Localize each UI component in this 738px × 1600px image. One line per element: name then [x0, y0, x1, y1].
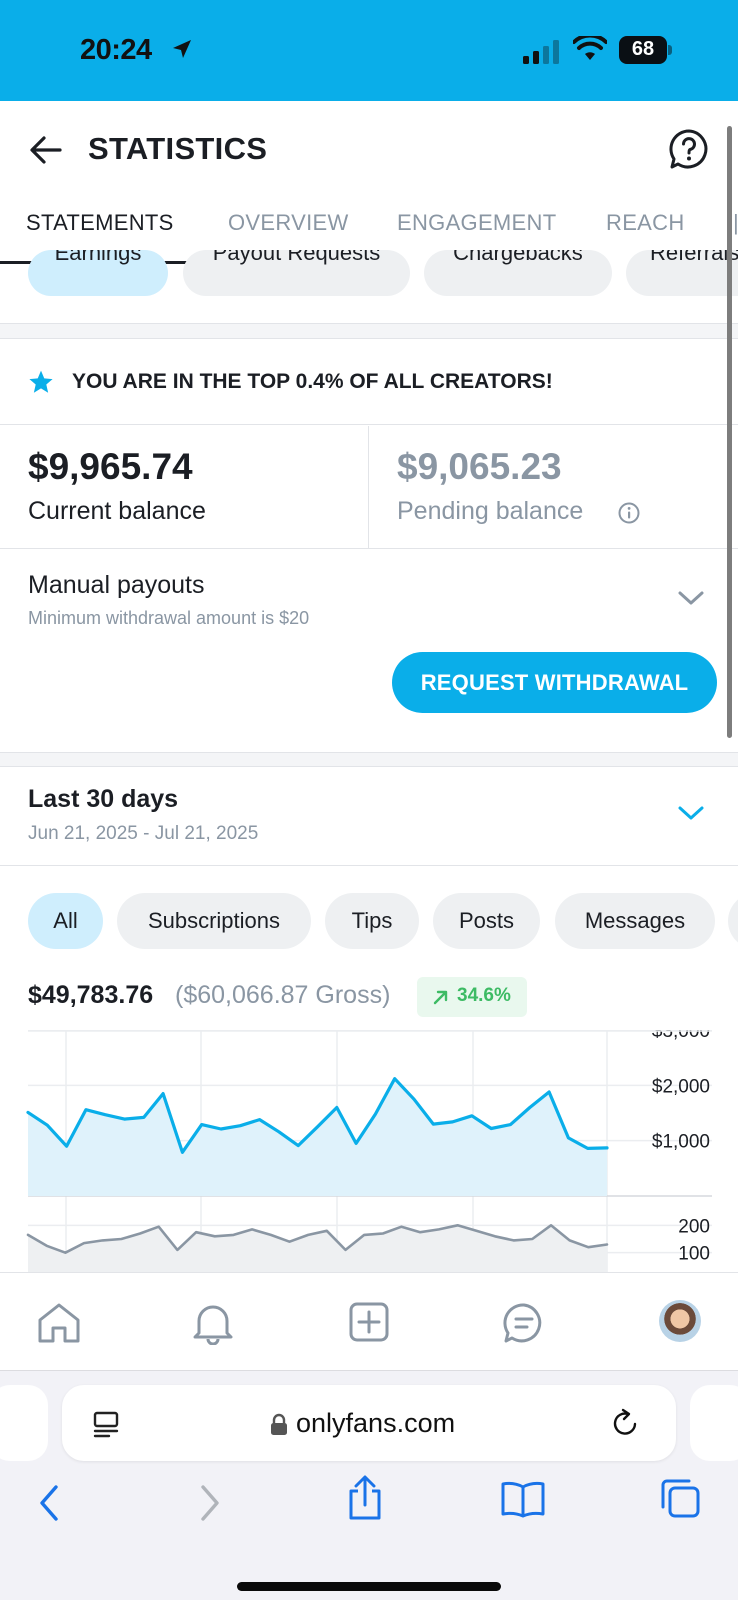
change-badge: 34.6% — [417, 977, 527, 1017]
browser-toolbar: onlyfans.com — [0, 1370, 738, 1600]
battery-percent: 68 — [631, 38, 655, 60]
app-bottom-nav — [0, 1272, 738, 1370]
current-balance-label: Current balance — [28, 497, 206, 525]
chevron-down-icon[interactable] — [677, 589, 705, 607]
chart-y-tick-label: $3,000 — [652, 1030, 710, 1042]
previous-tab-card[interactable] — [0, 1385, 48, 1461]
filter-messages[interactable]: Messages — [555, 893, 715, 949]
filter-more[interactable] — [728, 893, 738, 949]
browser-forward-icon — [201, 1485, 219, 1521]
back-arrow-icon[interactable] — [26, 130, 66, 170]
net-earnings: $49,783.76 — [28, 981, 154, 1009]
tab-engagement[interactable]: ENGAGEMENT — [397, 210, 556, 236]
notifications-bell-icon[interactable] — [191, 1301, 235, 1345]
pending-balance-label: Pending balance — [397, 497, 584, 525]
trend-up-arrow-icon — [433, 990, 448, 1005]
chart-y-tick-label: 200 — [678, 1216, 710, 1237]
star-icon — [29, 370, 53, 393]
reload-icon[interactable] — [610, 1408, 640, 1438]
gross-earnings: ($60,066.87 Gross) — [175, 981, 391, 1009]
messages-icon[interactable] — [502, 1301, 546, 1345]
manual-payouts-title: Manual payouts — [28, 571, 205, 599]
cellular-signal-icon — [523, 40, 559, 64]
filter-subscriptions[interactable]: Subscriptions — [117, 893, 311, 949]
address-bar[interactable]: onlyfans.com — [62, 1385, 676, 1461]
lock-icon — [271, 1413, 287, 1435]
subtab-referrals[interactable]: Referrals — [626, 250, 738, 296]
subtab-chargebacks[interactable]: Chargebacks — [424, 250, 612, 296]
balances-panel: $9,965.74 Current balance $9,065.23 Pend… — [0, 426, 738, 549]
filter-posts[interactable]: Posts — [433, 893, 540, 949]
page-scrollbar[interactable] — [727, 126, 732, 738]
tab-reach[interactable]: REACH — [606, 210, 685, 236]
chart-y-tick-label: 100 — [678, 1244, 710, 1265]
balance-divider — [368, 426, 369, 549]
tab-more[interactable]: | — [733, 210, 738, 236]
help-icon[interactable] — [668, 128, 710, 170]
current-balance-amount: $9,965.74 — [28, 446, 193, 487]
request-withdrawal-button[interactable]: REQUEST WITHDRAWAL — [392, 652, 717, 713]
page-header: STATISTICS — [0, 101, 738, 198]
earnings-chart-svg: $3,000 $2,000 $1,000 200 100 — [26, 1030, 712, 1272]
top-creator-text: YOU ARE IN THE TOP 0.4% OF ALL CREATORS! — [72, 370, 553, 393]
filter-tips[interactable]: Tips — [325, 893, 419, 949]
subtab-payout-requests[interactable]: Payout Requests — [183, 250, 410, 296]
status-bar: 20:24 68 — [0, 0, 738, 101]
battery-icon: 68 — [619, 36, 673, 64]
tabs-overview-icon[interactable] — [659, 1477, 701, 1519]
minimum-withdrawal-note: Minimum withdrawal amount is $20 — [28, 608, 310, 628]
status-time: 20:24 — [80, 34, 152, 66]
pending-balance-amount: $9,065.23 — [397, 446, 562, 487]
add-post-icon[interactable] — [348, 1301, 390, 1343]
tab-statements[interactable]: STATEMENTS — [26, 210, 174, 236]
section-divider — [0, 752, 738, 767]
section-divider — [0, 323, 738, 339]
share-icon[interactable] — [345, 1475, 385, 1521]
url-text: onlyfans.com — [296, 1408, 456, 1438]
bookmarks-icon[interactable] — [500, 1480, 546, 1518]
earnings-type-filters: All Subscriptions Tips Posts Messages — [0, 893, 738, 949]
change-percent: 34.6% — [457, 985, 511, 1006]
subtab-earnings[interactable]: Earnings — [28, 250, 168, 296]
period-date-range: Jun 21, 2025 - Jul 21, 2025 — [28, 823, 259, 844]
chart-area-fill — [28, 1078, 607, 1196]
chart-y-tick-label: $1,000 — [652, 1132, 710, 1153]
period-title: Last 30 days — [28, 785, 179, 813]
wifi-icon — [573, 36, 607, 60]
info-icon[interactable] — [618, 502, 640, 524]
home-indicator — [237, 1582, 501, 1591]
home-icon[interactable] — [36, 1301, 82, 1345]
reader-mode-icon[interactable] — [92, 1410, 120, 1438]
period-selector[interactable]: Last 30 days Jun 21, 2025 - Jul 21, 2025 — [0, 767, 738, 866]
browser-back-icon[interactable] — [36, 1483, 62, 1523]
location-arrow-icon — [173, 40, 191, 58]
next-tab-card[interactable] — [690, 1385, 738, 1461]
chart-y-tick-label: $2,000 — [652, 1076, 710, 1097]
top-creator-banner: YOU ARE IN THE TOP 0.4% OF ALL CREATORS! — [0, 339, 738, 425]
profile-avatar[interactable] — [659, 1300, 701, 1342]
tab-overview[interactable]: OVERVIEW — [228, 210, 349, 236]
page-title: STATISTICS — [88, 131, 268, 166]
earnings-totals: $49,783.76 ($60,066.87 Gross) 34.6% — [28, 977, 728, 1021]
statement-subtabs: Earnings Payout Requests Chargebacks Ref… — [0, 250, 738, 296]
chevron-down-icon[interactable] — [677, 804, 705, 822]
earnings-chart: $3,000 $2,000 $1,000 200 100 — [0, 1030, 738, 1272]
filter-all[interactable]: All — [28, 893, 103, 949]
manual-payouts-section: Manual payouts Minimum withdrawal amount… — [0, 549, 738, 752]
